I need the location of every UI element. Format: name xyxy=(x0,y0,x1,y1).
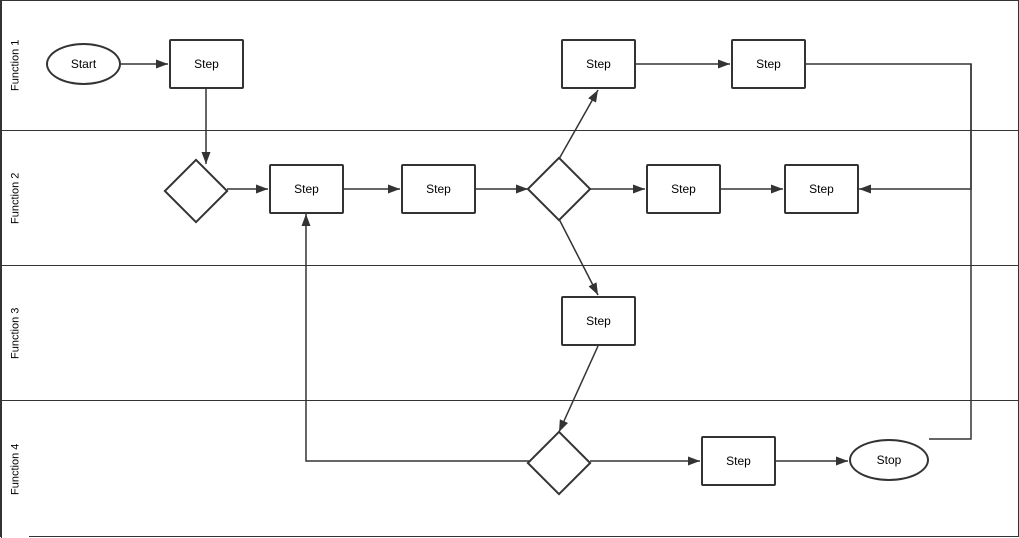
step2-shape: Step xyxy=(561,39,636,89)
step3-shape: Step xyxy=(731,39,806,89)
diamond1-shape xyxy=(166,161,226,221)
step8-shape: Step xyxy=(561,296,636,346)
step6-shape: Step xyxy=(646,164,721,214)
diagram-container: Function 1 Function 2 Function 3 Functio… xyxy=(0,0,1019,537)
swim-lane-2: Function 2 xyxy=(1,131,1018,266)
step7-shape: Step xyxy=(784,164,859,214)
lane-label-2: Function 2 xyxy=(1,131,29,265)
step4-shape: Step xyxy=(269,164,344,214)
start-shape: Start xyxy=(46,43,121,85)
diamond2-shape xyxy=(529,159,589,219)
step1-shape: Step xyxy=(169,39,244,89)
swim-lane-3: Function 3 xyxy=(1,266,1018,401)
swim-lane-1: Function 1 xyxy=(1,1,1018,131)
diamond3-shape xyxy=(529,433,589,493)
stop-shape: Stop xyxy=(849,439,929,481)
lane-content-3 xyxy=(29,266,1018,400)
lane-label-1: Function 1 xyxy=(1,1,29,130)
lane-label-4: Function 4 xyxy=(1,401,29,538)
step5-shape: Step xyxy=(401,164,476,214)
lane-label-3: Function 3 xyxy=(1,266,29,400)
step9-shape: Step xyxy=(701,436,776,486)
